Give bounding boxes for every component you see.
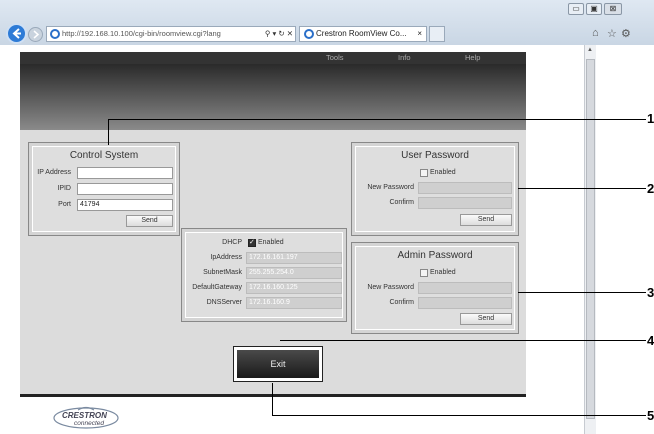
address-bar[interactable]: http://192.168.10.100/cgi-bin/roomview.c… <box>46 26 296 42</box>
menu-info[interactable]: Info <box>398 53 411 62</box>
exit-button[interactable]: Exit <box>237 350 319 378</box>
tab-close-icon[interactable]: × <box>417 27 422 41</box>
settings-gear-icon[interactable]: ⚙ <box>621 27 631 40</box>
user-confirm-label: Confirm <box>389 199 414 206</box>
callout-number-2: 2 <box>647 181 654 196</box>
callout-3-line <box>518 292 646 293</box>
menu-tools[interactable]: Tools <box>326 53 344 62</box>
admin-password-enabled-label: Enabled <box>430 269 456 276</box>
back-button[interactable] <box>6 23 27 44</box>
ipid-label: IPID <box>57 185 71 192</box>
ip-address-input[interactable] <box>77 167 173 179</box>
forward-arrow-icon <box>33 30 40 39</box>
address-url: http://192.168.10.100/cgi-bin/roomview.c… <box>62 29 221 38</box>
favorites-star-icon[interactable]: ☆ <box>607 27 617 40</box>
user-password-panel: User Password Enabled New Password Confi… <box>351 142 519 236</box>
defaultgateway-field: 172.16.160.125 <box>246 282 342 294</box>
user-password-title: User Password <box>401 150 469 161</box>
port-input[interactable]: 41794 <box>77 199 173 211</box>
vertical-scrollbar[interactable]: ▲ <box>584 45 596 434</box>
network-info-panel: DHCP Enabled IpAddress 172.16.161.197 Su… <box>181 228 347 322</box>
dnsserver-field: 172.16.160.9 <box>246 297 342 309</box>
ipaddress-label: IpAddress <box>210 254 242 261</box>
maximize-button[interactable]: ▣ <box>586 3 602 15</box>
callout-number-1: 1 <box>647 111 654 126</box>
callout-2-line <box>518 188 646 189</box>
callout-1-line <box>108 119 646 120</box>
callout-4-line <box>280 340 646 341</box>
dhcp-enabled-label: Enabled <box>258 239 284 246</box>
callout-number-3: 3 <box>647 285 654 300</box>
port-label: Port <box>58 201 71 208</box>
callout-5-vertical <box>272 383 273 415</box>
forward-button[interactable] <box>28 27 43 42</box>
defaultgateway-label: DefaultGateway <box>192 284 242 291</box>
subnetmask-field: 255.255.254.0 <box>246 267 342 279</box>
ipaddress-field: 172.16.161.197 <box>246 252 342 264</box>
top-menu-bar: Tools Info Help <box>20 52 526 64</box>
admin-password-title: Admin Password <box>397 250 473 261</box>
control-system-send-button[interactable]: Send <box>126 215 173 227</box>
admin-confirm-input[interactable] <box>418 297 512 309</box>
home-icon[interactable]: ⌂ <box>592 27 599 39</box>
scroll-thumb[interactable] <box>586 59 595 419</box>
callout-number-4: 4 <box>647 333 654 348</box>
admin-password-send-button[interactable]: Send <box>460 313 512 325</box>
callout-number-5: 5 <box>647 408 654 423</box>
admin-password-enabled-checkbox[interactable] <box>420 269 428 277</box>
user-password-enabled-checkbox[interactable] <box>420 169 428 177</box>
minimize-button[interactable]: ▭ <box>568 3 584 15</box>
menu-help[interactable]: Help <box>465 53 480 62</box>
admin-confirm-label: Confirm <box>389 299 414 306</box>
control-system-title: Control System <box>69 150 139 161</box>
browser-tab[interactable]: Crestron RoomView Co... × <box>299 26 427 42</box>
user-new-password-label: New Password <box>367 184 414 191</box>
exit-button-frame: Exit <box>233 346 323 382</box>
logo-tagline: connected <box>74 420 104 427</box>
roomview-app: Tools Info Help Control System IP Addres… <box>20 52 526 434</box>
back-arrow-icon <box>12 28 21 39</box>
admin-new-password-label: New Password <box>367 284 414 291</box>
scroll-up-icon[interactable]: ▲ <box>587 47 594 55</box>
tab-title: Crestron RoomView Co... <box>316 29 407 38</box>
search-refresh-icons[interactable]: ⚲ ▾ ↻ ✕ <box>265 27 293 41</box>
close-window-button[interactable]: ⊠ <box>604 3 622 15</box>
ip-address-label: IP Address <box>37 169 71 176</box>
control-system-panel: Control System IP Address IPID Port 4179… <box>28 142 180 236</box>
ie-tab-icon <box>304 29 314 39</box>
user-password-enabled-label: Enabled <box>430 169 456 176</box>
admin-new-password-input[interactable] <box>418 282 512 294</box>
user-confirm-input[interactable] <box>418 197 512 209</box>
dhcp-enabled-checkbox[interactable] <box>248 238 256 247</box>
ipid-input[interactable] <box>77 183 173 195</box>
dnsserver-label: DNSServer <box>206 299 242 306</box>
dhcp-label: DHCP <box>222 239 242 246</box>
header-banner <box>20 64 526 130</box>
callout-1-vertical <box>108 119 109 145</box>
ie-icon <box>50 29 60 39</box>
admin-password-panel: Admin Password Enabled New Password Conf… <box>351 242 519 334</box>
crestron-logo: CRESTRON connected <box>52 405 120 431</box>
user-password-send-button[interactable]: Send <box>460 214 512 226</box>
logo-brand: CRESTRON <box>62 411 107 420</box>
browser-chrome: ▭ ▣ ⊠ http://192.168.10.100/cgi-bin/room… <box>0 0 654 45</box>
subnetmask-label: SubnetMask <box>203 269 242 276</box>
callout-5-line <box>272 415 646 416</box>
new-tab-button[interactable] <box>429 26 445 42</box>
footer: CRESTRON connected <box>20 394 526 434</box>
user-new-password-input[interactable] <box>418 182 512 194</box>
